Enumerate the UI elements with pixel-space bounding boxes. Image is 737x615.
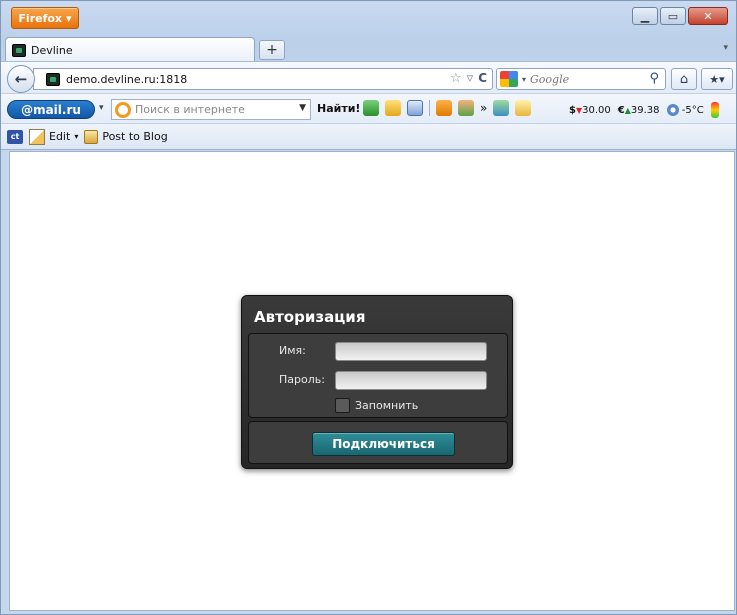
dialog-title: Авторизация — [254, 308, 366, 326]
chevron-down-icon: ▾ — [66, 11, 72, 25]
mailru-menu-icon[interactable]: ▾ — [99, 103, 104, 113]
connect-button[interactable]: Подключиться — [312, 432, 455, 456]
bookmarks-button[interactable]: ★▾ — [701, 68, 733, 90]
search-icon[interactable]: ⚲ — [649, 71, 659, 86]
chevron-down-icon[interactable]: ▼ — [299, 103, 306, 113]
window-controls: ▁ ▭ ✕ — [632, 7, 728, 25]
back-button[interactable]: ← — [7, 65, 35, 93]
url-bar-actions: ☆ ▿ C — [450, 71, 487, 86]
mailru-logo[interactable]: @mail.ru — [7, 100, 95, 119]
more-icon[interactable]: » — [480, 101, 487, 115]
mailru-logo-text: @mail.ru — [21, 102, 81, 117]
google-engine-icon[interactable] — [500, 71, 518, 87]
navigation-bar: demo.devline.ru:1818 ☆ ▿ C ← ▾ Google ⚲ … — [1, 61, 736, 94]
minimize-button[interactable]: ▁ — [632, 7, 658, 25]
remember-checkbox[interactable] — [335, 398, 350, 413]
home-icon: ⌂ — [679, 71, 689, 87]
mailru-search-placeholder: Поиск в интернете — [135, 103, 245, 116]
arrow-left-icon: ← — [14, 70, 28, 88]
post-to-blog-button[interactable]: Post to Blog — [84, 129, 168, 144]
site-favicon-icon — [12, 43, 26, 57]
search-provider-icon[interactable] — [115, 101, 131, 118]
login-dialog: Авторизация Имя: Пароль: Запомнить Подкл… — [241, 295, 513, 469]
odnoklassniki-icon[interactable] — [436, 100, 452, 116]
currency-weather: $▼30.00 €▲39.38 -5°C — [569, 102, 719, 118]
url-bar[interactable]: demo.devline.ru:1818 ☆ ▿ C — [33, 68, 493, 90]
font-size-icon[interactable] — [363, 100, 379, 116]
close-button[interactable]: ✕ — [688, 7, 728, 25]
eur-rate[interactable]: €▲39.38 — [618, 105, 660, 116]
eur-symbol: € — [617, 104, 625, 116]
highlighter-icon[interactable] — [385, 100, 401, 116]
screenshot-icon[interactable] — [407, 100, 423, 116]
weather-icon — [666, 104, 679, 116]
name-label: Имя: — [279, 344, 306, 357]
edit-label: Edit — [49, 130, 71, 143]
password-label: Пароль: — [279, 373, 325, 386]
search-placeholder: Google — [530, 72, 570, 86]
history-dropdown-icon[interactable]: ▿ — [467, 71, 474, 86]
music-icon[interactable] — [515, 100, 532, 116]
actions-panel: Подключиться — [248, 421, 508, 464]
mailru-search-input[interactable]: Поиск в интернете ▼ — [111, 99, 311, 120]
reload-icon[interactable]: C — [478, 71, 487, 86]
search-bar[interactable]: ▾ Google ⚲ — [496, 68, 666, 90]
firefox-menu-button[interactable]: Firefox ▾ — [11, 7, 79, 29]
new-tab-button[interactable]: + — [259, 40, 285, 60]
maximize-icon: ▭ — [667, 9, 679, 23]
tab-title: Devline — [31, 43, 73, 57]
ct-icon[interactable]: ct — [7, 129, 23, 144]
mailru-toolbar: @mail.ru ▾ Поиск в интернете ▼ Найти! » … — [1, 94, 736, 124]
page-content: Авторизация Имя: Пароль: Запомнить Подкл… — [9, 151, 735, 611]
bookmarks-bar: ct Edit ▾ Post to Blog — [1, 124, 736, 150]
close-icon: ✕ — [703, 9, 713, 23]
divider — [429, 100, 430, 116]
browser-window: Firefox ▾ ▁ ▭ ✕ Devline + ▾ demo.devline… — [0, 0, 737, 615]
toolbar-icons: » — [363, 100, 532, 116]
plus-icon: + — [266, 42, 278, 58]
maximize-button[interactable]: ▭ — [660, 7, 686, 25]
url-text: demo.devline.ru:1818 — [66, 72, 188, 86]
edit-menu[interactable]: Edit ▾ — [29, 128, 79, 145]
password-input[interactable] — [335, 371, 487, 390]
eur-value: 39.38 — [630, 104, 660, 116]
site-identity-icon — [46, 72, 60, 86]
tab-list-icon[interactable]: ▾ — [723, 43, 728, 53]
remember-label[interactable]: Запомнить — [355, 399, 418, 412]
star-icon[interactable]: ☆ — [450, 71, 462, 86]
name-input[interactable] — [335, 342, 487, 361]
usd-rate[interactable]: $▼30.00 — [569, 105, 611, 116]
tab-strip: Devline + ▾ — [1, 35, 736, 62]
edit-icon — [29, 128, 45, 145]
blog-icon — [84, 129, 99, 144]
weather[interactable]: -5°C — [666, 104, 704, 116]
weather-value: -5°C — [681, 105, 704, 116]
credentials-panel: Имя: Пароль: Запомнить — [248, 333, 508, 418]
post-to-blog-label: Post to Blog — [102, 130, 168, 143]
minimize-icon: ▁ — [640, 9, 650, 23]
traffic-icon[interactable] — [710, 102, 719, 118]
agent-icon[interactable] — [493, 100, 510, 116]
bookmarks-icon: ★▾ — [709, 72, 725, 86]
firefox-menu-label: Firefox — [18, 11, 63, 25]
engine-dropdown-icon[interactable]: ▾ — [522, 75, 526, 84]
tab-devline[interactable]: Devline — [5, 37, 255, 62]
games-icon[interactable] — [458, 100, 474, 116]
usd-value: 30.00 — [582, 104, 611, 116]
find-button[interactable]: Найти! — [317, 102, 360, 115]
chevron-down-icon: ▾ — [74, 132, 79, 141]
usd-symbol: $ — [569, 104, 576, 116]
home-button[interactable]: ⌂ — [671, 68, 697, 90]
title-bar: Firefox ▾ ▁ ▭ ✕ — [1, 1, 736, 35]
